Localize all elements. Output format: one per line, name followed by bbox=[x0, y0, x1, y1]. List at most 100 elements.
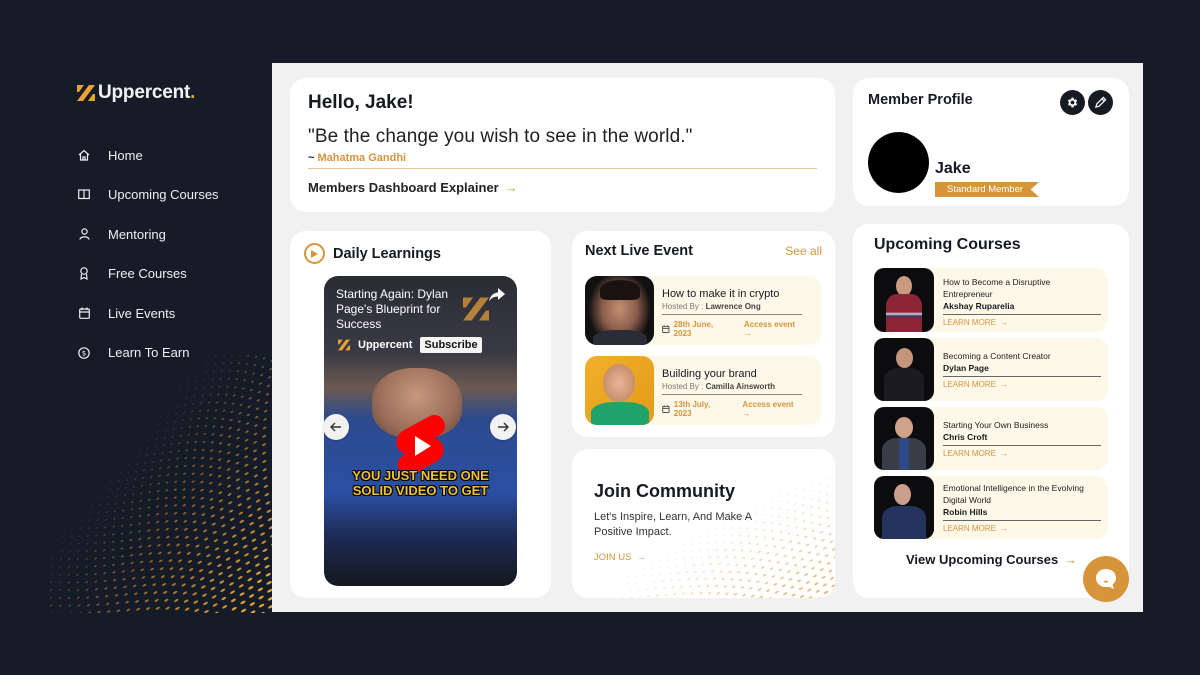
pattern-dot bbox=[237, 420, 241, 423]
previous-video-button[interactable] bbox=[323, 414, 349, 440]
pattern-dot bbox=[111, 473, 114, 475]
learn-more-link[interactable]: LEARN MORE → bbox=[943, 449, 1101, 458]
pattern-dot bbox=[752, 565, 756, 568]
edit-profile-button[interactable] bbox=[1088, 90, 1113, 115]
pattern-dot bbox=[785, 562, 789, 565]
event-item[interactable]: Building your brand Hosted By : Camilla … bbox=[585, 356, 821, 425]
sidebar-item-live-events[interactable]: Live Events bbox=[77, 302, 219, 324]
pattern-dot bbox=[762, 506, 765, 508]
pattern-dot bbox=[85, 565, 88, 568]
event-title: How to make it in crypto bbox=[662, 288, 780, 300]
event-item[interactable]: How to make it in crypto Hosted By : Law… bbox=[585, 276, 821, 345]
video-player[interactable]: Starting Again: Dylan Page's Blueprint f… bbox=[324, 276, 517, 586]
pattern-dot bbox=[200, 505, 205, 508]
pattern-dot bbox=[783, 554, 787, 558]
pattern-dot bbox=[86, 596, 90, 599]
learn-more-link[interactable]: LEARN MORE → bbox=[943, 318, 1101, 327]
pattern-dot bbox=[199, 577, 205, 581]
dollar-coin-icon: $ bbox=[77, 346, 91, 360]
pattern-dot bbox=[795, 571, 800, 575]
pattern-dot bbox=[712, 577, 717, 580]
pattern-dot bbox=[197, 560, 202, 564]
pattern-dot bbox=[766, 589, 771, 593]
pattern-dot bbox=[232, 534, 237, 538]
pattern-dot bbox=[677, 571, 680, 574]
pattern-dot bbox=[218, 572, 223, 576]
pattern-dot bbox=[132, 485, 136, 488]
pattern-dot bbox=[115, 495, 118, 497]
daily-learnings-card: Daily Learnings Starting Again: Dylan Pa… bbox=[290, 231, 551, 598]
pattern-dot bbox=[749, 587, 753, 590]
pattern-dot bbox=[227, 493, 232, 496]
pattern-dot bbox=[138, 545, 142, 548]
access-event-link[interactable]: Access event → bbox=[744, 320, 802, 338]
pattern-dot bbox=[150, 476, 153, 478]
pattern-dot bbox=[229, 418, 233, 422]
logo[interactable]: Uppercent. bbox=[77, 82, 195, 104]
pattern-dot bbox=[68, 550, 71, 553]
pattern-dot bbox=[707, 549, 710, 551]
pattern-dot bbox=[240, 600, 246, 605]
pattern-dot bbox=[50, 573, 53, 576]
learn-more-link[interactable]: LEARN MORE → bbox=[943, 380, 1101, 389]
view-upcoming-courses-link[interactable]: View Upcoming Courses → bbox=[906, 552, 1077, 567]
pattern-dot bbox=[692, 563, 696, 566]
pattern-dot bbox=[50, 604, 53, 607]
sidebar-item-home[interactable]: Home bbox=[77, 144, 219, 166]
pattern-dot bbox=[184, 527, 188, 531]
pattern-dot bbox=[124, 593, 128, 596]
pattern-dot bbox=[798, 549, 803, 553]
pattern-dot bbox=[249, 388, 253, 392]
course-author: Dylan Page bbox=[943, 362, 1101, 377]
pattern-dot bbox=[244, 370, 248, 374]
sidebar-item-upcoming-courses[interactable]: Upcoming Courses bbox=[77, 184, 219, 206]
pattern-dot bbox=[50, 565, 53, 568]
access-event-link[interactable]: Access event → bbox=[742, 400, 802, 418]
pattern-dot bbox=[704, 577, 708, 580]
pattern-dot bbox=[151, 468, 154, 471]
dashboard-explainer-link[interactable]: Members Dashboard Explainer → bbox=[308, 180, 518, 195]
pattern-dot bbox=[232, 394, 236, 397]
event-date: 13th July, 2023 bbox=[673, 400, 711, 418]
pattern-dot bbox=[831, 584, 835, 588]
pattern-dot bbox=[786, 509, 789, 511]
chat-button[interactable] bbox=[1083, 556, 1129, 602]
course-item[interactable]: Becoming a Content Creator Dylan Page LE… bbox=[874, 338, 1108, 401]
pattern-dot bbox=[716, 555, 720, 559]
pattern-dot bbox=[179, 567, 184, 571]
pattern-dot bbox=[198, 409, 202, 412]
pattern-dot bbox=[183, 464, 187, 467]
pattern-dot bbox=[86, 604, 91, 607]
pattern-dot bbox=[218, 385, 221, 388]
course-item[interactable]: Emotional Intelligence in the Evolving D… bbox=[874, 476, 1108, 539]
join-us-link[interactable]: JOIN US → bbox=[594, 552, 646, 563]
avatar[interactable] bbox=[868, 132, 929, 193]
pattern-dot bbox=[238, 584, 244, 588]
pattern-dot bbox=[173, 504, 177, 507]
pattern-dot bbox=[174, 420, 177, 423]
course-item[interactable]: Starting Your Own Business Chris Croft L… bbox=[874, 407, 1108, 470]
pattern-dot bbox=[175, 413, 178, 415]
see-all-link[interactable]: See all bbox=[785, 244, 822, 258]
pattern-dot bbox=[181, 583, 186, 587]
arrow-right-icon: → bbox=[1064, 552, 1078, 567]
sidebar-item-free-courses[interactable]: Free Courses bbox=[77, 263, 219, 285]
subscribe-button[interactable]: Subscribe bbox=[420, 337, 482, 353]
sidebar-item-learn-to-earn[interactable]: $ Learn To Earn bbox=[77, 342, 219, 364]
sidebar-item-mentoring[interactable]: Mentoring bbox=[77, 223, 219, 245]
pattern-dot bbox=[251, 538, 257, 542]
course-item[interactable]: How to Become a Disruptive Entrepreneur … bbox=[874, 268, 1108, 332]
pattern-dot bbox=[699, 592, 703, 595]
next-video-button[interactable] bbox=[490, 414, 516, 440]
pattern-dot bbox=[130, 508, 133, 511]
share-icon[interactable] bbox=[489, 288, 505, 302]
pattern-dot bbox=[112, 578, 117, 582]
pattern-dot bbox=[86, 542, 89, 545]
pattern-dot bbox=[154, 445, 157, 448]
pattern-dot bbox=[249, 594, 255, 598]
pattern-dot bbox=[764, 581, 769, 585]
pattern-dot bbox=[138, 537, 142, 541]
learn-more-link[interactable]: LEARN MORE → bbox=[943, 524, 1101, 533]
pattern-dot bbox=[233, 542, 238, 546]
settings-button[interactable] bbox=[1060, 90, 1085, 115]
